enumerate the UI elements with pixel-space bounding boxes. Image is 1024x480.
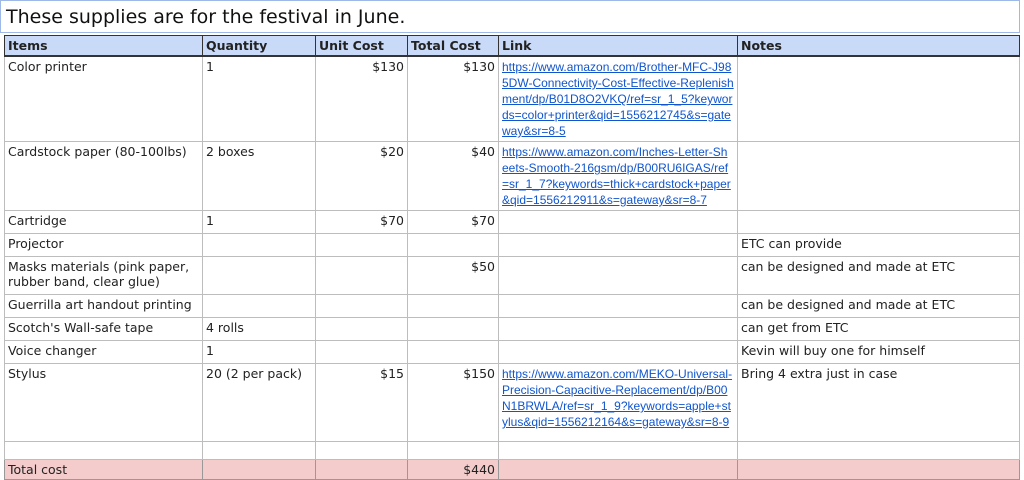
- table-row: Color printer 1 $130 $130 https://www.amazon…: [4, 55, 1020, 142]
- unit-cost-cell[interactable]: [315, 317, 408, 341]
- quantity-cell[interactable]: 4 rolls: [202, 317, 316, 341]
- item-cell[interactable]: Voice changer: [4, 340, 203, 364]
- empty-cell[interactable]: [737, 459, 1020, 480]
- quantity-cell[interactable]: 1: [202, 340, 316, 364]
- total-cost-cell[interactable]: [407, 233, 499, 257]
- quantity-cell[interactable]: [202, 294, 316, 318]
- quantity-cell[interactable]: 2 boxes: [202, 141, 316, 211]
- empty-cell[interactable]: [315, 459, 408, 480]
- unit-cost-cell[interactable]: [315, 233, 408, 257]
- total-cost-cell[interactable]: [407, 294, 499, 318]
- table-row: Guerrilla art handout printing can be des…: [4, 294, 1020, 318]
- table-row: Stylus 20 (2 per pack) $15 $150 https://www.…: [4, 363, 1020, 442]
- notes-cell[interactable]: can get from ETC: [737, 317, 1020, 341]
- title-cell[interactable]: These supplies are for the festival in J…: [0, 0, 1020, 33]
- quantity-cell[interactable]: [202, 233, 316, 257]
- table-row: Masks materials (pink paper, rubber band…: [4, 256, 1020, 295]
- product-link[interactable]: https://www.amazon.com/MEKO-Universal-Pr…: [502, 367, 732, 429]
- header-notes[interactable]: Notes: [737, 35, 1020, 57]
- link-cell[interactable]: [498, 233, 738, 257]
- item-cell[interactable]: Cartridge: [4, 210, 203, 234]
- supplies-table: Items Quantity Unit Cost Total Cost Link…: [4, 35, 1020, 480]
- total-cost-cell[interactable]: [407, 317, 499, 341]
- notes-cell[interactable]: [737, 141, 1020, 211]
- item-cell[interactable]: Cardstock paper (80-100lbs): [4, 141, 203, 211]
- unit-cost-cell[interactable]: $130: [315, 55, 408, 142]
- table-row: Projector ETC can provide: [4, 233, 1020, 257]
- quantity-cell[interactable]: [202, 256, 316, 295]
- unit-cost-cell[interactable]: $15: [315, 363, 408, 442]
- spacer-row: [4, 441, 1020, 460]
- item-cell[interactable]: Stylus: [4, 363, 203, 442]
- quantity-cell[interactable]: 1: [202, 210, 316, 234]
- empty-cell[interactable]: [498, 459, 738, 480]
- total-label[interactable]: Total cost: [4, 459, 203, 480]
- item-cell[interactable]: Projector: [4, 233, 203, 257]
- item-cell[interactable]: Guerrilla art handout printing: [4, 294, 203, 318]
- header-total-cost[interactable]: Total Cost: [407, 35, 499, 57]
- link-cell[interactable]: [498, 317, 738, 341]
- notes-cell[interactable]: Bring 4 extra just in case: [737, 363, 1020, 442]
- table-row: Cartridge 1 $70 $70: [4, 210, 1020, 234]
- empty-cell[interactable]: [498, 441, 738, 460]
- header-link[interactable]: Link: [498, 35, 738, 57]
- unit-cost-cell[interactable]: [315, 340, 408, 364]
- empty-cell[interactable]: [407, 441, 499, 460]
- quantity-cell[interactable]: 1: [202, 55, 316, 142]
- link-cell[interactable]: [498, 340, 738, 364]
- link-cell[interactable]: [498, 256, 738, 295]
- total-cost-cell[interactable]: $40: [407, 141, 499, 211]
- notes-cell[interactable]: can be designed and made at ETC: [737, 256, 1020, 295]
- empty-cell[interactable]: [737, 441, 1020, 460]
- link-cell[interactable]: https://www.amazon.com/MEKO-Universal-Pr…: [498, 363, 738, 442]
- header-items[interactable]: Items: [4, 35, 203, 57]
- total-cost-cell[interactable]: $50: [407, 256, 499, 295]
- product-link[interactable]: https://www.amazon.com/Brother-MFC-J985D…: [502, 60, 734, 138]
- empty-cell[interactable]: [315, 441, 408, 460]
- item-cell[interactable]: Masks materials (pink paper, rubber band…: [4, 256, 203, 295]
- item-cell[interactable]: Scotch's Wall-safe tape: [4, 317, 203, 341]
- unit-cost-cell[interactable]: $70: [315, 210, 408, 234]
- total-cost-cell[interactable]: $70: [407, 210, 499, 234]
- empty-cell[interactable]: [202, 441, 316, 460]
- header-unit-cost[interactable]: Unit Cost: [315, 35, 408, 57]
- link-cell[interactable]: [498, 294, 738, 318]
- notes-cell[interactable]: can be designed and made at ETC: [737, 294, 1020, 318]
- link-cell[interactable]: [498, 210, 738, 234]
- total-value[interactable]: $440: [407, 459, 499, 480]
- header-quantity[interactable]: Quantity: [202, 35, 316, 57]
- product-link[interactable]: https://www.amazon.com/Inches-Letter-She…: [502, 145, 731, 207]
- header-row: Items Quantity Unit Cost Total Cost Link…: [4, 35, 1020, 57]
- spreadsheet: These supplies are for the festival in J…: [0, 0, 1024, 480]
- total-cost-cell[interactable]: [407, 340, 499, 364]
- table-row: Cardstock paper (80-100lbs) 2 boxes $20 $40…: [4, 141, 1020, 211]
- empty-cell[interactable]: [202, 459, 316, 480]
- total-cost-cell[interactable]: $130: [407, 55, 499, 142]
- total-row: Total cost $440: [4, 459, 1020, 480]
- sheet-title: These supplies are for the festival in J…: [6, 6, 406, 28]
- quantity-cell[interactable]: 20 (2 per pack): [202, 363, 316, 442]
- unit-cost-cell[interactable]: [315, 294, 408, 318]
- notes-cell[interactable]: ETC can provide: [737, 233, 1020, 257]
- table-row: Scotch's Wall-safe tape 4 rolls can get fr…: [4, 317, 1020, 341]
- table-row: Voice changer 1 Kevin will buy one for him…: [4, 340, 1020, 364]
- unit-cost-cell[interactable]: [315, 256, 408, 295]
- total-cost-cell[interactable]: $150: [407, 363, 499, 442]
- notes-cell[interactable]: [737, 210, 1020, 234]
- link-cell[interactable]: https://www.amazon.com/Inches-Letter-She…: [498, 141, 738, 211]
- item-cell[interactable]: Color printer: [4, 55, 203, 142]
- empty-cell[interactable]: [4, 441, 203, 460]
- link-cell[interactable]: https://www.amazon.com/Brother-MFC-J985D…: [498, 55, 738, 142]
- notes-cell[interactable]: [737, 55, 1020, 142]
- unit-cost-cell[interactable]: $20: [315, 141, 408, 211]
- notes-cell[interactable]: Kevin will buy one for himself: [737, 340, 1020, 364]
